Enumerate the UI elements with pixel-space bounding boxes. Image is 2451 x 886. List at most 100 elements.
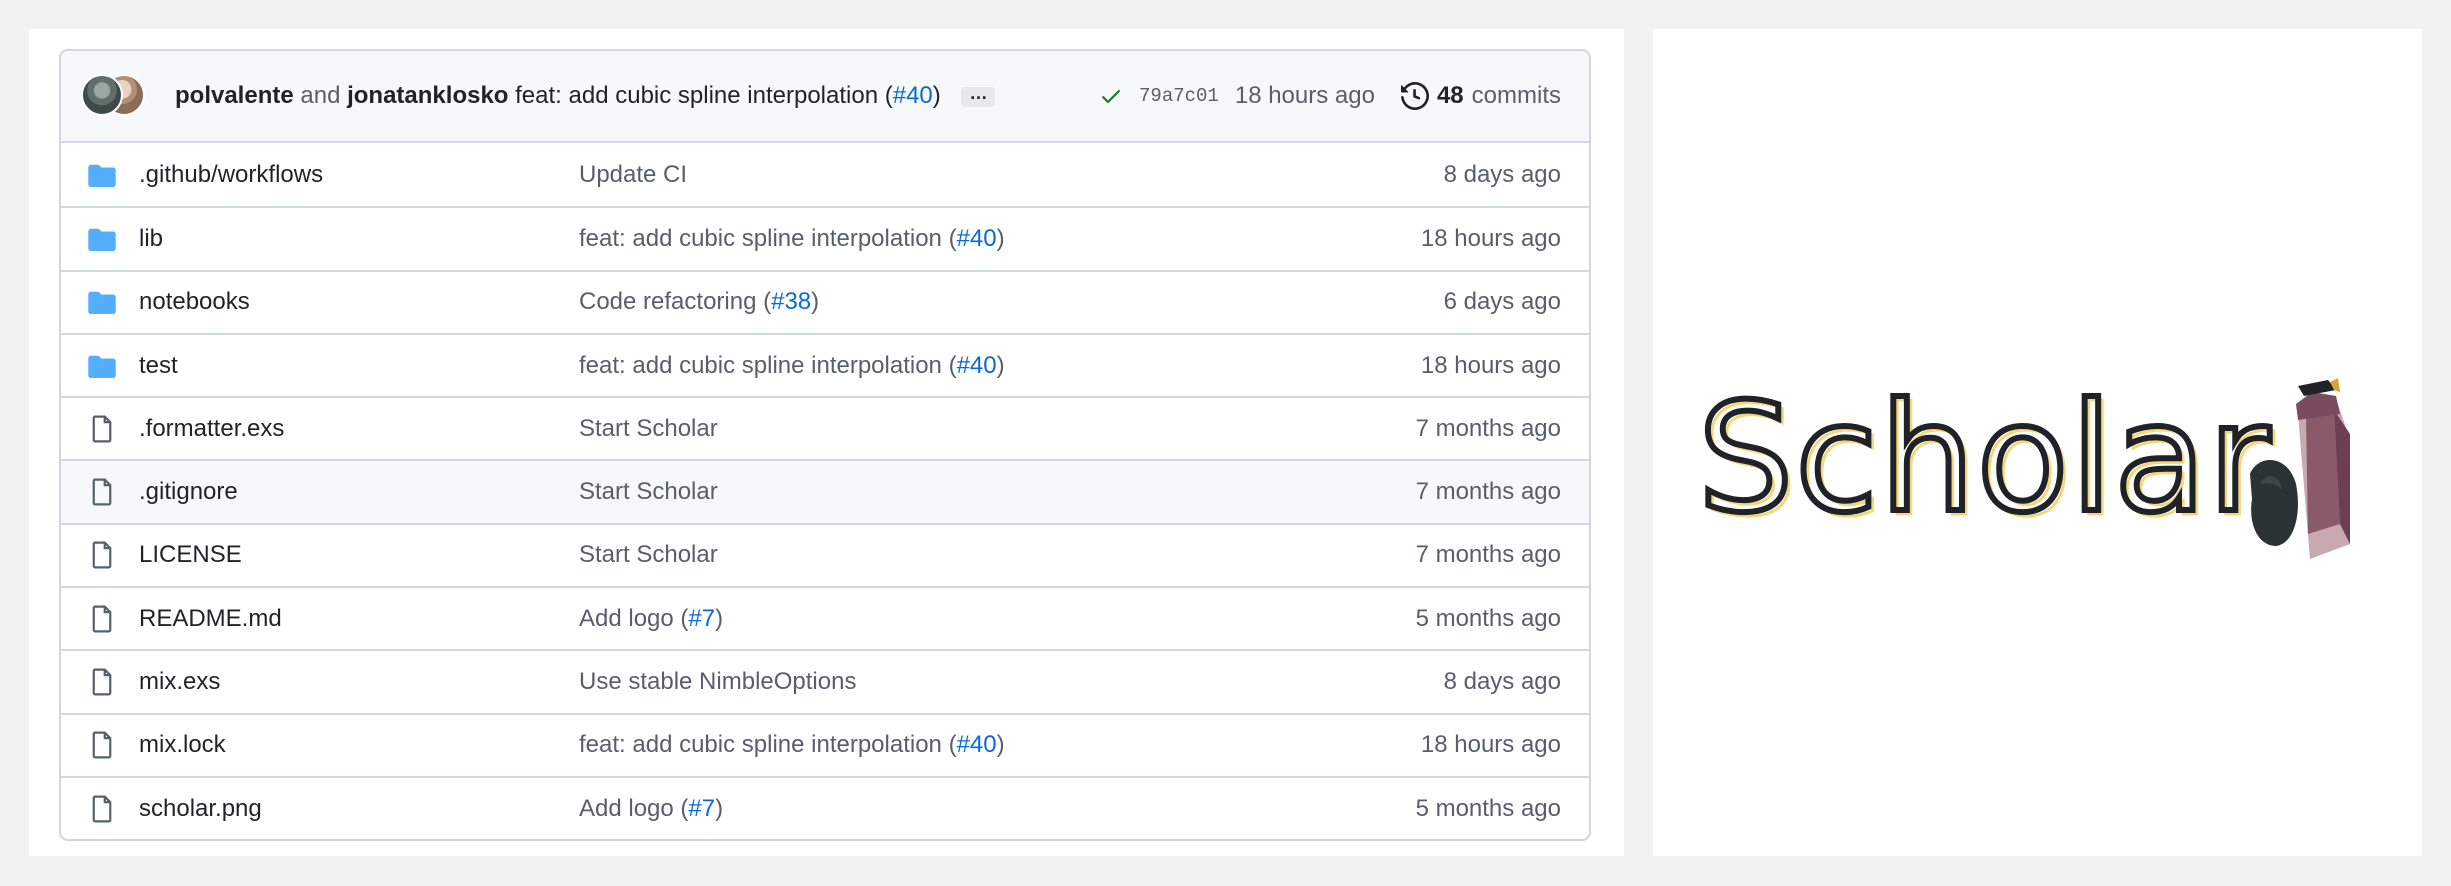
file-commit-paren: ): [996, 351, 1005, 379]
file-age: 18 hours ago: [1420, 224, 1561, 252]
commit-coauthor-link[interactable]: jonatanklosko: [347, 82, 508, 109]
table-row[interactable]: scholar.png Add logo (#7) 5 months ago: [61, 775, 1589, 839]
file-commit-text[interactable]: Start Scholar: [579, 478, 718, 505]
file-commit-pr-link[interactable]: #40: [957, 225, 997, 252]
table-row[interactable]: README.md Add logo (#7) 5 months ago: [61, 586, 1589, 649]
commits-label[interactable]: commits: [1472, 82, 1561, 110]
file-commit-message[interactable]: feat: add cubic spline interpolation (#4…: [579, 225, 1421, 253]
file-commit-paren: ): [811, 288, 820, 316]
table-row[interactable]: mix.lock feat: add cubic spline interpola…: [61, 712, 1589, 776]
file-age: 18 hours ago: [1420, 351, 1561, 379]
file-name-link[interactable]: test: [139, 352, 579, 380]
file-icon: [92, 478, 112, 506]
file-age: 7 months ago: [1415, 414, 1561, 442]
file-commit-message[interactable]: Start Scholar: [579, 415, 1416, 443]
author-avatars[interactable]: [81, 74, 151, 118]
file-commit-pr-link[interactable]: #7: [688, 795, 715, 822]
file-age: 5 months ago: [1415, 794, 1561, 822]
file-commit-pr-link[interactable]: #7: [688, 605, 715, 632]
repo-file-list: polvalente and jonatanklosko feat: add c…: [59, 49, 1591, 841]
commits-count[interactable]: 48: [1437, 82, 1464, 110]
expand-commit-button[interactable]: …: [961, 84, 996, 107]
file-age: 5 months ago: [1415, 604, 1561, 632]
file-commit-text[interactable]: Start Scholar: [579, 415, 718, 442]
file-commit-text[interactable]: Start Scholar: [579, 541, 718, 568]
file-name-link[interactable]: scholar.png: [139, 795, 579, 823]
file-commit-text[interactable]: Update CI: [579, 161, 687, 188]
table-row[interactable]: .gitignore Start Scholar 7 months ago: [61, 459, 1589, 523]
file-commit-pr-link[interactable]: #40: [957, 352, 997, 379]
history-icon[interactable]: [1400, 82, 1429, 110]
file-name-link[interactable]: README.md: [139, 605, 579, 633]
folder-icon-wrap: [87, 161, 117, 189]
table-row[interactable]: LICENSE Start Scholar 7 months ago: [61, 522, 1589, 586]
table-row[interactable]: .github/workflows Update CI 8 days ago: [61, 143, 1589, 206]
file-icon: [92, 541, 112, 569]
file-icon: [92, 605, 112, 633]
file-commit-message[interactable]: Add logo (#7): [579, 795, 1416, 823]
file-age: 7 months ago: [1415, 541, 1561, 569]
logo-text: Scholar: [1698, 372, 2272, 546]
file-commit-message[interactable]: Start Scholar: [579, 541, 1416, 569]
file-commit-message[interactable]: feat: add cubic spline interpolation (#4…: [579, 731, 1421, 759]
file-commit-text[interactable]: feat: add cubic spline interpolation (: [579, 352, 957, 379]
table-row[interactable]: test feat: add cubic spline interpolation…: [61, 332, 1589, 396]
check-icon[interactable]: [1099, 84, 1123, 108]
file-name-link[interactable]: .formatter.exs: [139, 415, 579, 443]
table-row[interactable]: mix.exs Use stable NimbleOptions 8 days ag…: [61, 649, 1589, 712]
file-commit-message[interactable]: Code refactoring (#38): [579, 288, 1444, 316]
commit-time: 18 hours ago: [1234, 82, 1375, 109]
file-commit-message[interactable]: Update CI: [579, 161, 1444, 189]
file-commit-message[interactable]: Add logo (#7): [579, 605, 1416, 633]
file-icon-wrap: [87, 541, 117, 569]
file-commit-text[interactable]: Add logo (: [579, 795, 688, 822]
file-name-link[interactable]: mix.exs: [139, 668, 579, 696]
table-row[interactable]: .formatter.exs Start Scholar 7 months ago: [61, 396, 1589, 459]
commit-title-link[interactable]: feat: add cubic spline interpolation (#4…: [515, 82, 941, 109]
file-commit-message[interactable]: Start Scholar: [579, 478, 1416, 506]
file-commit-text[interactable]: feat: add cubic spline interpolation (: [579, 225, 957, 252]
file-icon-wrap: [87, 415, 117, 443]
file-commit-message[interactable]: Use stable NimbleOptions: [579, 668, 1444, 696]
file-browser-panel: polvalente and jonatanklosko feat: add c…: [29, 29, 1624, 856]
file-age: 18 hours ago: [1420, 731, 1561, 759]
latest-commit-bar: polvalente and jonatanklosko feat: add c…: [61, 51, 1589, 143]
table-row[interactable]: lib feat: add cubic spline interpolation …: [61, 206, 1589, 269]
file-commit-text[interactable]: Use stable NimbleOptions: [579, 668, 856, 695]
file-commit-text[interactable]: feat: add cubic spline interpolation (: [579, 731, 957, 758]
file-name-link[interactable]: lib: [139, 225, 579, 253]
file-commit-text[interactable]: Code refactoring (: [579, 288, 771, 315]
file-commit-pr-link[interactable]: #38: [771, 288, 811, 315]
file-commit-paren: ): [996, 224, 1005, 252]
file-commit-text[interactable]: Add logo (: [579, 605, 688, 632]
commit-author-link[interactable]: polvalente: [175, 82, 294, 109]
file-icon-wrap: [87, 668, 117, 696]
table-row[interactable]: notebooks Code refactoring (#38) 6 days ag…: [61, 269, 1589, 333]
folder-icon-wrap: [87, 288, 117, 316]
file-name-link[interactable]: LICENSE: [139, 541, 579, 569]
file-icon-wrap: [87, 795, 117, 823]
file-age: 8 days ago: [1443, 160, 1561, 188]
file-icon: [92, 415, 112, 443]
folder-icon-wrap: [87, 352, 117, 380]
folder-icon: [88, 355, 116, 378]
avatar[interactable]: [81, 74, 123, 116]
file-commit-paren: ): [996, 731, 1005, 759]
file-name-link[interactable]: mix.lock: [139, 731, 579, 759]
file-age: 8 days ago: [1443, 668, 1561, 696]
file-name-link[interactable]: .gitignore: [139, 478, 579, 506]
scholar-logo: Scholar Scholar: [1698, 369, 2350, 559]
commit-sha-link[interactable]: 79a7c01: [1139, 85, 1219, 107]
folder-icon-wrap: [87, 225, 117, 253]
file-name-link[interactable]: notebooks: [139, 288, 579, 316]
file-commit-paren: ): [715, 604, 724, 632]
file-commit-pr-link[interactable]: #40: [957, 731, 997, 758]
file-icon: [92, 795, 112, 823]
file-name-link[interactable]: .github/workflows: [139, 161, 579, 189]
file-commit-message[interactable]: feat: add cubic spline interpolation (#4…: [579, 352, 1421, 380]
commit-pr-link[interactable]: #40: [893, 82, 933, 109]
folder-icon: [88, 164, 116, 187]
readme-logo-panel: Scholar Scholar: [1653, 29, 2422, 856]
file-icon: [92, 668, 112, 696]
file-age: 7 months ago: [1415, 478, 1561, 506]
